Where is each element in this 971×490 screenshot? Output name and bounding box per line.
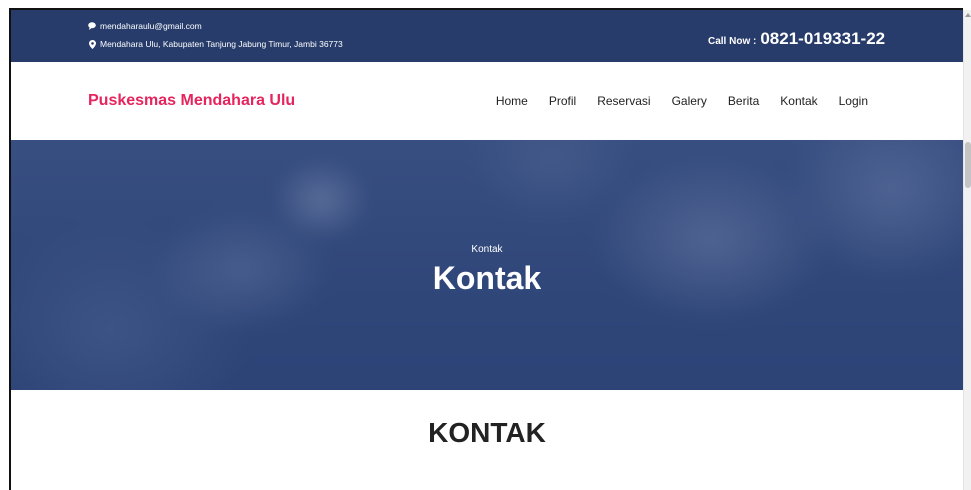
page-hero-banner: Kontak Kontak <box>11 140 963 390</box>
nav-item-berita[interactable]: Berita <box>728 93 759 109</box>
nav-item-profil[interactable]: Profil <box>549 93 576 109</box>
section-heading: KONTAK <box>428 417 546 448</box>
map-marker-icon <box>88 39 96 49</box>
call-now-label: Call Now : <box>708 36 757 47</box>
top-contact-bar: mendaharaulu@gmail.com Mendahara Ulu, Ka… <box>11 10 963 62</box>
contact-section: KONTAK <box>11 390 963 490</box>
phone-number-link[interactable]: 0821-019331-22 <box>760 29 885 49</box>
email-icon <box>88 22 96 31</box>
main-navbar: Puskesmas Mendahara Ulu Home Profil Rese… <box>11 62 963 140</box>
address-row: Mendahara Ulu, Kabupaten Tanjung Jabung … <box>88 39 343 49</box>
breadcrumb: Kontak <box>471 244 503 255</box>
nav-item-kontak[interactable]: Kontak <box>780 93 817 109</box>
scrollbar-thumb[interactable] <box>965 142 971 188</box>
vertical-scrollbar[interactable] <box>963 10 971 490</box>
scroll-up-arrow-icon[interactable] <box>965 13 971 17</box>
email-link[interactable]: mendaharaulu@gmail.com <box>100 21 202 31</box>
address-text: Mendahara Ulu, Kabupaten Tanjung Jabung … <box>100 39 343 49</box>
brand-logo-text[interactable]: Puskesmas Mendahara Ulu <box>88 91 295 111</box>
email-row: mendaharaulu@gmail.com <box>88 21 202 31</box>
main-menu: Home Profil Reservasi Galery Berita Kont… <box>496 93 868 109</box>
browser-viewport: mendaharaulu@gmail.com Mendahara Ulu, Ka… <box>9 8 963 490</box>
call-now: Call Now : 0821-019331-22 <box>708 29 885 49</box>
nav-item-galery[interactable]: Galery <box>672 93 707 109</box>
nav-item-reservasi[interactable]: Reservasi <box>597 93 650 109</box>
page-title: Kontak <box>432 260 542 296</box>
nav-item-login[interactable]: Login <box>839 93 868 109</box>
nav-item-home[interactable]: Home <box>496 93 528 109</box>
